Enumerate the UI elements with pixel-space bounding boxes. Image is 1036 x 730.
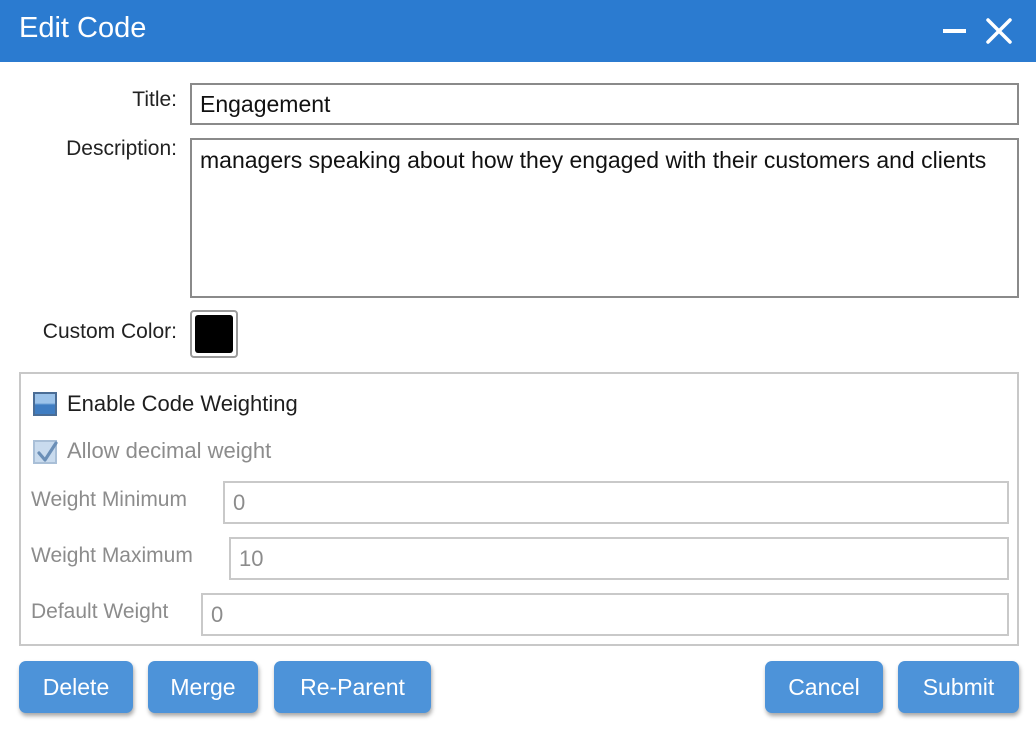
code-weighting-panel: Enable Code Weighting Allow decimal weig… xyxy=(19,372,1019,646)
merge-button[interactable]: Merge xyxy=(148,661,258,713)
custom-color-label: Custom Color: xyxy=(42,320,177,343)
title-input[interactable] xyxy=(190,83,1019,125)
weight-maximum-label: Weight Maximum xyxy=(31,544,193,567)
color-fill xyxy=(195,315,233,353)
title-bar[interactable]: Edit Code xyxy=(0,0,1036,62)
custom-color-swatch[interactable] xyxy=(190,310,238,358)
weight-minimum-input[interactable] xyxy=(223,481,1009,524)
edit-code-dialog: Edit Code Title: Description: managers s… xyxy=(0,0,1036,730)
close-button[interactable] xyxy=(982,12,1016,48)
allow-decimal-label[interactable]: Allow decimal weight xyxy=(67,438,271,464)
enable-weighting-label[interactable]: Enable Code Weighting xyxy=(67,391,298,417)
description-label: Description: xyxy=(66,137,177,160)
minimize-button[interactable] xyxy=(938,12,972,48)
dialog-title: Edit Code xyxy=(19,12,147,44)
checkmark-icon xyxy=(37,441,58,462)
delete-button[interactable]: Delete xyxy=(19,661,133,713)
cancel-button[interactable]: Cancel xyxy=(765,661,883,713)
weight-minimum-label: Weight Minimum xyxy=(31,488,187,511)
minimize-icon xyxy=(943,29,966,33)
close-icon xyxy=(986,18,1012,44)
default-weight-input[interactable] xyxy=(201,593,1009,636)
default-weight-label: Default Weight xyxy=(31,600,169,623)
submit-button[interactable]: Submit xyxy=(898,661,1019,713)
enable-weighting-checkbox[interactable] xyxy=(33,392,57,416)
description-textarea[interactable]: managers speaking about how they engaged… xyxy=(190,138,1019,298)
weight-maximum-input[interactable] xyxy=(229,537,1009,580)
title-label: Title: xyxy=(132,88,177,111)
reparent-button[interactable]: Re-Parent xyxy=(274,661,431,713)
allow-decimal-checkbox[interactable] xyxy=(33,440,58,464)
